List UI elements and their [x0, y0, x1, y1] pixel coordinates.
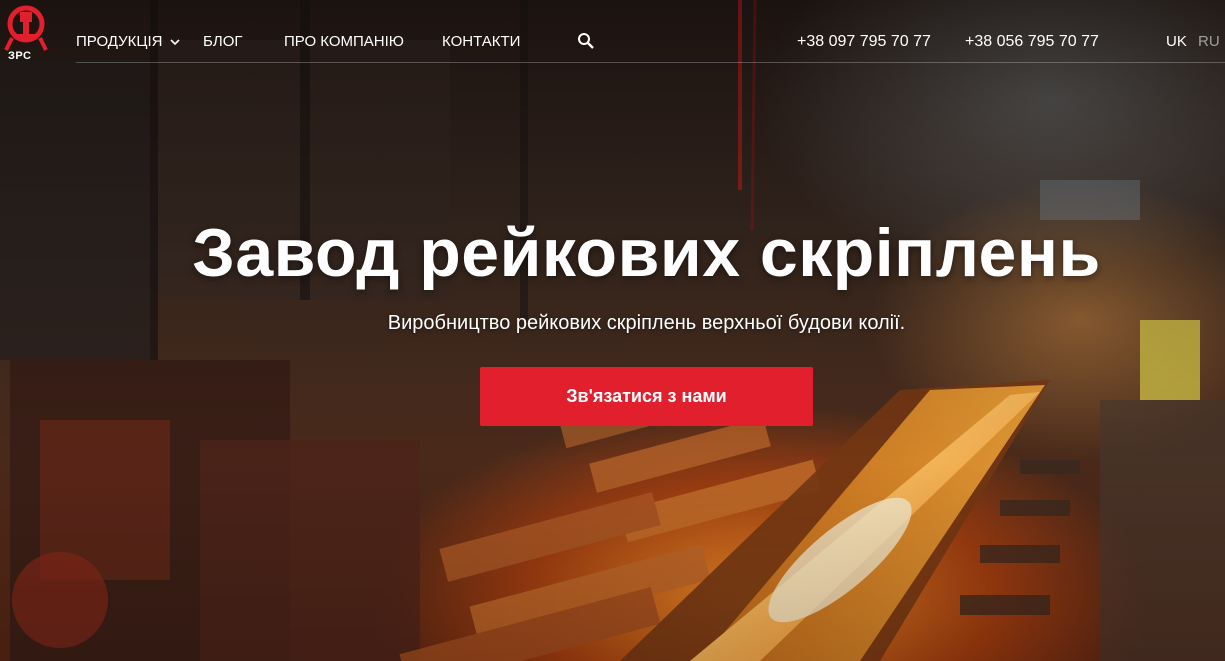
nav-about-label: ПРО КОМПАНІЮ	[284, 33, 404, 50]
hero-subtitle: Виробництво рейкових скріплень верхньої …	[387, 312, 906, 334]
phone-link-1[interactable]: +38 097 795 70 77	[797, 33, 931, 51]
rail-logo-icon	[4, 5, 48, 51]
contact-us-button[interactable]: Зв'язатися з нами	[480, 367, 813, 426]
search-icon[interactable]	[577, 32, 595, 50]
nav-contacts-label: КОНТАКТИ	[442, 33, 521, 50]
lang-uk[interactable]: UK	[1166, 33, 1187, 50]
chevron-down-icon	[170, 38, 181, 45]
hero-section: ЗРС ПРОДУКЦІЯ БЛОГ ПРО КОМПАНІЮ КОНТАКТИ…	[0, 0, 1225, 661]
header-divider	[76, 62, 1225, 63]
nav-item-blog[interactable]: БЛОГ	[203, 33, 242, 50]
nav-products-label: ПРОДУКЦІЯ	[76, 33, 163, 50]
lang-ru[interactable]: RU	[1198, 33, 1220, 50]
nav-item-contacts[interactable]: КОНТАКТИ	[442, 33, 520, 50]
nav-item-about[interactable]: ПРО КОМПАНІЮ	[284, 33, 404, 50]
nav-item-products[interactable]: ПРОДУКЦІЯ	[76, 33, 181, 50]
hero-title: Завод рейкових скріплень	[192, 215, 1101, 291]
nav-blog-label: БЛОГ	[203, 33, 243, 50]
site-header: ЗРС ПРОДУКЦІЯ БЛОГ ПРО КОМПАНІЮ КОНТАКТИ…	[0, 0, 1225, 70]
logo-text: ЗРС	[8, 50, 32, 62]
phone-link-2[interactable]: +38 056 795 70 77	[965, 33, 1099, 51]
